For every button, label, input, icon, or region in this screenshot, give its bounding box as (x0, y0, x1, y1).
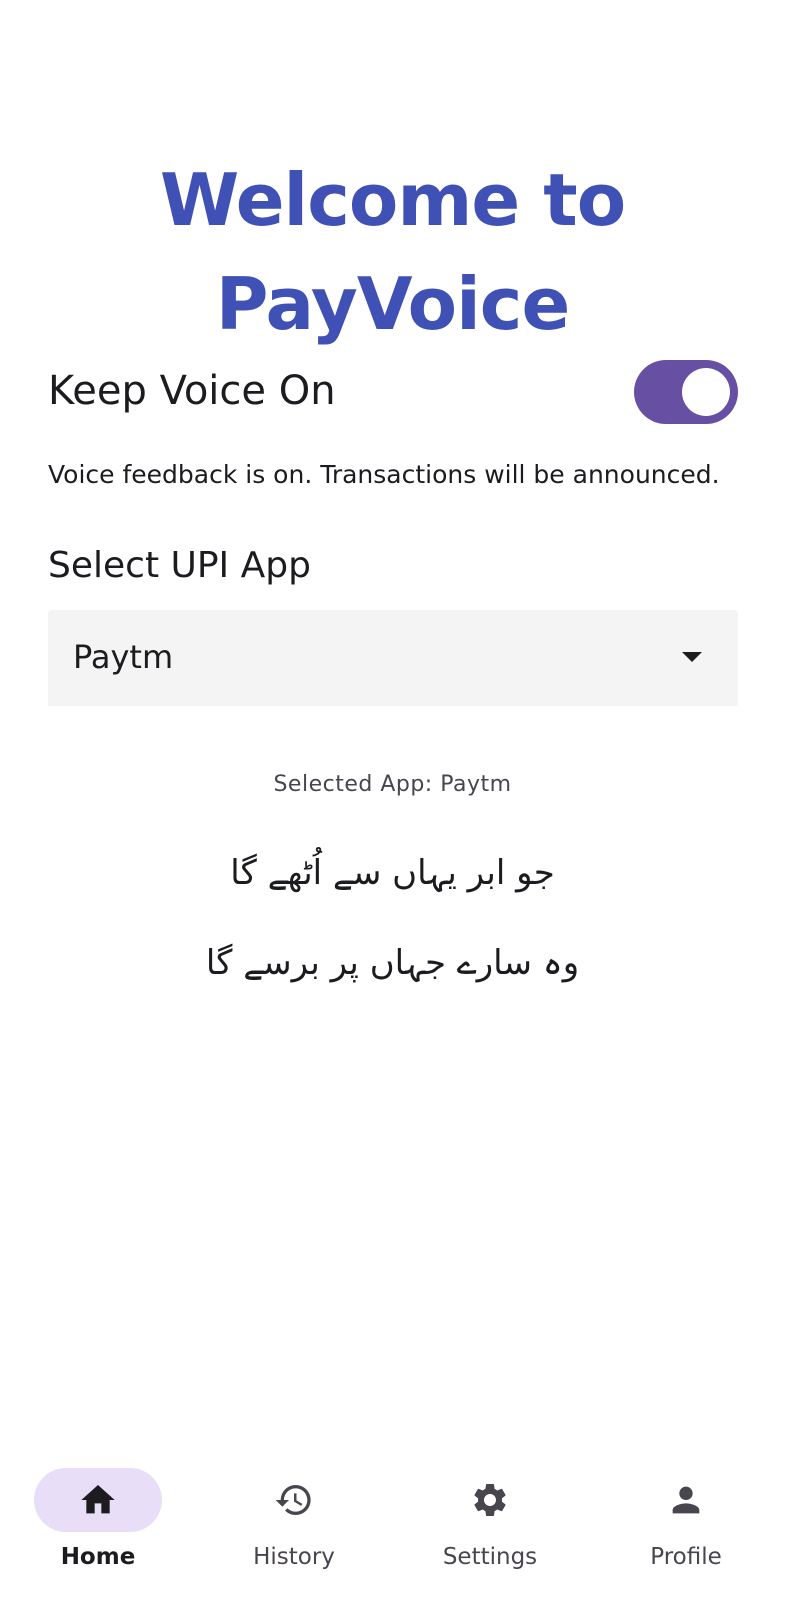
home-icon (81, 1485, 115, 1514)
nav-item-history[interactable]: History (196, 1440, 392, 1600)
dropdown-arrow-icon (682, 652, 702, 662)
nav-label-home: Home (60, 1544, 136, 1570)
voice-toggle-switch[interactable] (634, 360, 738, 424)
nav-item-settings[interactable]: Settings (392, 1440, 588, 1600)
person-icon (672, 1486, 700, 1514)
voice-toggle-row: Keep Voice On (48, 358, 738, 428)
page-title: Welcome to PayVoice (0, 148, 785, 356)
nav-label-settings: Settings (442, 1544, 538, 1570)
urdu-verse-line-1: جو ابر یہاں سے اُٹھے گا (230, 853, 555, 893)
gear-icon (474, 1484, 506, 1516)
switch-thumb (682, 368, 730, 416)
nav-label-history: History (253, 1544, 335, 1570)
history-icon (275, 1485, 311, 1515)
upi-app-dropdown[interactable]: Paytm (48, 610, 738, 706)
upi-app-dropdown-value: Paytm (73, 638, 174, 676)
bottom-navigation: Home History Settings Profile (0, 1440, 785, 1600)
upi-section-title: Select UPI App (48, 545, 311, 586)
nav-item-profile[interactable]: Profile (588, 1440, 784, 1600)
nav-item-home[interactable]: Home (0, 1440, 196, 1600)
title-line-2: PayVoice (215, 262, 571, 347)
urdu-verse-line-2: وہ سارے جہاں پر برسے گا (205, 943, 580, 983)
nav-label-profile: Profile (650, 1544, 722, 1570)
selected-app-text: Selected App: Paytm (273, 772, 512, 797)
voice-status-text: Voice feedback is on. Transactions will … (48, 460, 720, 489)
voice-toggle-label: Keep Voice On (48, 368, 336, 414)
title-line-1: Welcome to (159, 158, 626, 243)
